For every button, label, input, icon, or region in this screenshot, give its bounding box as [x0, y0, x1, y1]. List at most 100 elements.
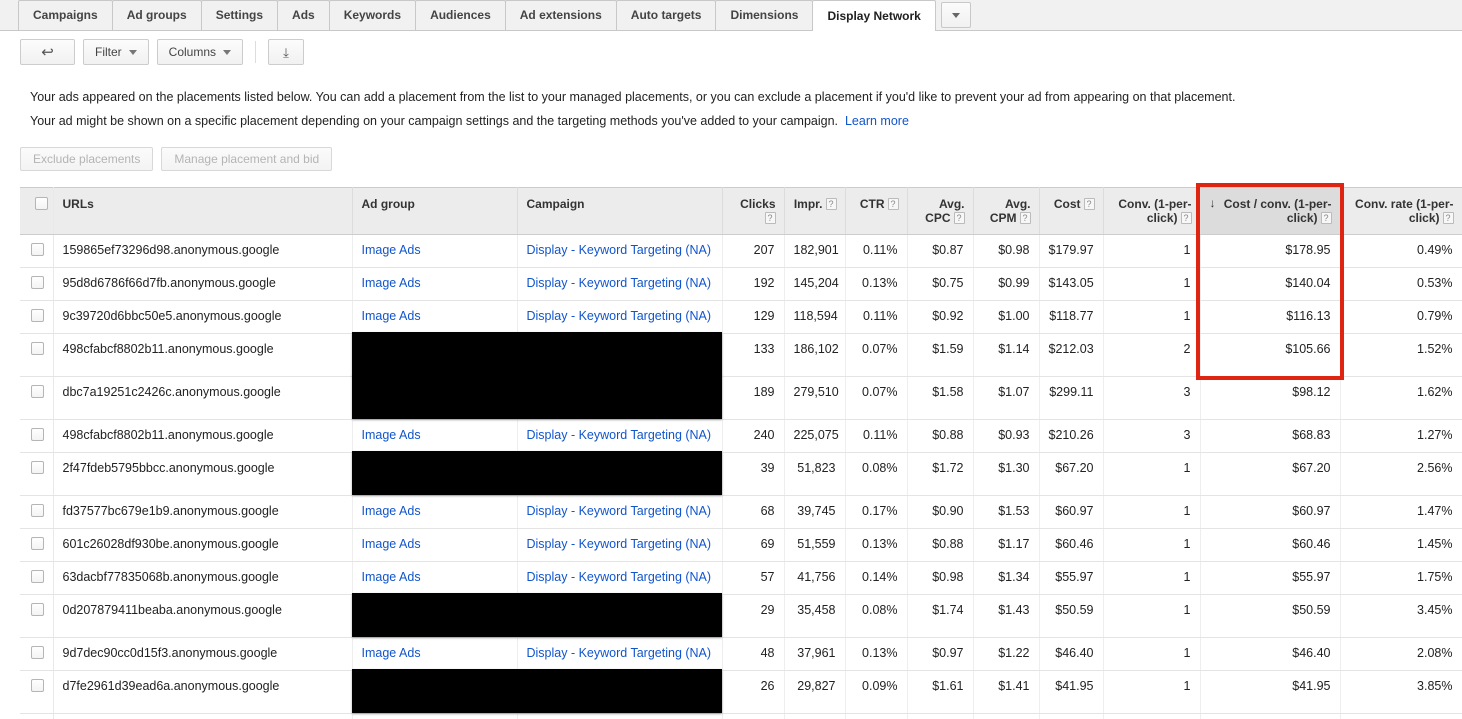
column-header-cost-conv-1-per-click[interactable]: ↓ Cost / conv. (1-per-click)?	[1200, 186, 1341, 235]
download-button[interactable]: ⤓	[268, 39, 305, 65]
row-select-cell[interactable]	[20, 495, 54, 529]
row-checkbox[interactable]	[31, 569, 44, 583]
campaign-cell[interactable]: Display - Keyword Targeting (NA)	[517, 419, 723, 453]
tab-ad-groups[interactable]: Ad groups	[111, 0, 202, 30]
table-row[interactable]: 9c39720d6bbc50e5.anonymous.google Image A…	[20, 300, 1462, 334]
row-select-cell[interactable]	[20, 452, 54, 496]
table-row[interactable]: 63dacbf77835068b.anonymous.google Image A…	[20, 561, 1462, 595]
help-icon[interactable]: ?	[887, 197, 899, 210]
tab-keywords[interactable]: Keywords	[328, 0, 417, 30]
row-checkbox[interactable]	[31, 503, 44, 517]
help-icon[interactable]: ?	[1320, 211, 1332, 224]
column-header-avg-cpc[interactable]: Avg. CPC?	[907, 186, 974, 235]
column-header-campaign[interactable]: Campaign	[517, 186, 723, 235]
back-button[interactable]: ↩	[20, 39, 75, 65]
campaign-cell[interactable]: Display - Keyword Targeting (NA)	[517, 561, 723, 595]
help-icon[interactable]: ?	[1442, 211, 1454, 224]
ad-group-cell[interactable]: Image Ads	[352, 234, 518, 268]
select-all-checkbox[interactable]	[35, 196, 49, 210]
table-row[interactable]: fd37577bc679e1b9.anonymous.google Image A…	[20, 495, 1462, 529]
tab-ads[interactable]: Ads	[277, 0, 330, 30]
table-row[interactable]: 601c26028df930be.anonymous.google Image A…	[20, 528, 1462, 562]
help-icon[interactable]: ?	[825, 197, 837, 210]
ad-group-cell[interactable]: Image Ads	[352, 713, 518, 719]
column-header-impr[interactable]: Impr.?	[784, 186, 846, 235]
table-row[interactable]: 0d207879411beaba.anonymous.google 29 35,45…	[20, 594, 1462, 638]
column-header-urls[interactable]: URLs	[53, 186, 353, 235]
column-header-ad-group[interactable]: Ad group	[352, 186, 518, 235]
row-select-cell[interactable]	[20, 670, 54, 714]
row-checkbox[interactable]	[31, 427, 44, 441]
tab-audiences[interactable]: Audiences	[415, 0, 506, 30]
column-header-conv-rate-1-per-click[interactable]: Conv. rate (1-per-click)?	[1340, 186, 1462, 235]
row-select-cell[interactable]	[20, 594, 54, 638]
table-row[interactable]: 9d7dec90cc0d15f3.anonymous.google Image A…	[20, 637, 1462, 671]
campaign-cell[interactable]: Display - Keyword Targeting (NA)	[517, 267, 723, 301]
row-checkbox[interactable]	[31, 645, 44, 659]
help-icon[interactable]: ?	[764, 211, 776, 224]
row-select-cell[interactable]	[20, 561, 54, 595]
ad-group-cell[interactable]: Image Ads	[352, 561, 518, 595]
row-select-cell[interactable]	[20, 419, 54, 453]
column-header-avg-cpm[interactable]: Avg. CPM?	[973, 186, 1040, 235]
columns-button[interactable]: Columns	[156, 39, 244, 65]
help-icon[interactable]: ?	[1019, 211, 1031, 224]
select-all-header[interactable]	[20, 186, 54, 235]
ad-group-cell[interactable]: Image Ads	[352, 300, 518, 334]
row-select-cell[interactable]	[20, 300, 54, 334]
ad-group-cell[interactable]: Image Ads	[352, 495, 518, 529]
column-header-ctr[interactable]: CTR?	[845, 186, 908, 235]
ad-group-cell[interactable]: Image Ads	[352, 528, 518, 562]
row-select-cell[interactable]	[20, 234, 54, 268]
ad-group-cell[interactable]: Image Ads	[352, 637, 518, 671]
table-row[interactable]: 498cfabcf8802b11.anonymous.google 133 186,…	[20, 333, 1462, 377]
row-select-cell[interactable]	[20, 713, 54, 719]
learn-more-link[interactable]: Learn more	[845, 114, 909, 128]
row-select-cell[interactable]	[20, 528, 54, 562]
row-checkbox[interactable]	[31, 384, 44, 398]
campaign-cell[interactable]: Display - Keyword Targeting (NA)	[517, 713, 723, 719]
column-header-conv-1-per-click[interactable]: Conv. (1-per-click)?	[1103, 186, 1201, 235]
tab-display-network[interactable]: Display Network	[812, 0, 936, 31]
help-icon[interactable]: ?	[1083, 197, 1095, 210]
ad-group-cell[interactable]: Image Ads	[352, 267, 518, 301]
campaign-cell[interactable]: Display - Keyword Targeting (NA)	[517, 637, 723, 671]
row-checkbox[interactable]	[31, 602, 44, 616]
table-row[interactable]: 498cfabcf8802b11.anonymous.google Image A…	[20, 419, 1462, 453]
table-row[interactable]: 159865ef73296d98.anonymous.google Image A…	[20, 234, 1462, 268]
help-icon[interactable]: ?	[1180, 211, 1192, 224]
table-row[interactable]: d7fe2961d39ead6a.anonymous.google 26 29,82…	[20, 670, 1462, 714]
tab-ad-extensions[interactable]: Ad extensions	[504, 0, 617, 30]
help-icon[interactable]: ?	[953, 211, 965, 224]
column-header-cost[interactable]: Cost?	[1039, 186, 1104, 235]
campaign-cell[interactable]: Display - Keyword Targeting (NA)	[517, 300, 723, 334]
filter-button[interactable]: Filter	[83, 39, 149, 65]
campaign-cell[interactable]: Display - Keyword Targeting (NA)	[517, 234, 723, 268]
table-row[interactable]: 2f47fdeb5795bbcc.anonymous.google 39 51,82…	[20, 452, 1462, 496]
row-checkbox[interactable]	[31, 275, 44, 289]
ad-group-cell[interactable]: Image Ads	[352, 419, 518, 453]
row-select-cell[interactable]	[20, 267, 54, 301]
column-header-clicks[interactable]: Clicks?	[722, 186, 785, 235]
campaign-cell[interactable]: Display - Keyword Targeting (NA)	[517, 495, 723, 529]
manage-placement-and-bid-button[interactable]: Manage placement and bid	[161, 146, 333, 171]
tab-campaigns[interactable]: Campaigns	[18, 0, 113, 30]
row-checkbox[interactable]	[31, 341, 44, 355]
row-checkbox[interactable]	[31, 678, 44, 692]
tab-auto-targets[interactable]: Auto targets	[615, 0, 717, 30]
campaign-cell[interactable]: Display - Keyword Targeting (NA)	[517, 528, 723, 562]
table-row[interactable]: dbc7a19251c2426c.anonymous.google 189 279,…	[20, 376, 1462, 420]
tab-settings[interactable]: Settings	[200, 0, 279, 30]
row-checkbox[interactable]	[31, 242, 44, 256]
tab-dimensions[interactable]: Dimensions	[715, 0, 814, 30]
row-checkbox[interactable]	[31, 308, 44, 322]
row-checkbox[interactable]	[31, 460, 44, 474]
tab-overflow-button[interactable]	[940, 2, 971, 28]
row-select-cell[interactable]	[20, 333, 54, 377]
row-select-cell[interactable]	[20, 637, 54, 671]
exclude-placements-button[interactable]: Exclude placements	[20, 146, 154, 171]
row-checkbox[interactable]	[31, 536, 44, 550]
table-row[interactable]: 95d8d6786f66d7fb.anonymous.google Image A…	[20, 267, 1462, 301]
table-row[interactable]: 44db54dc342721c8.anonymous.googleImage A…	[20, 713, 1462, 719]
row-select-cell[interactable]	[20, 376, 54, 420]
